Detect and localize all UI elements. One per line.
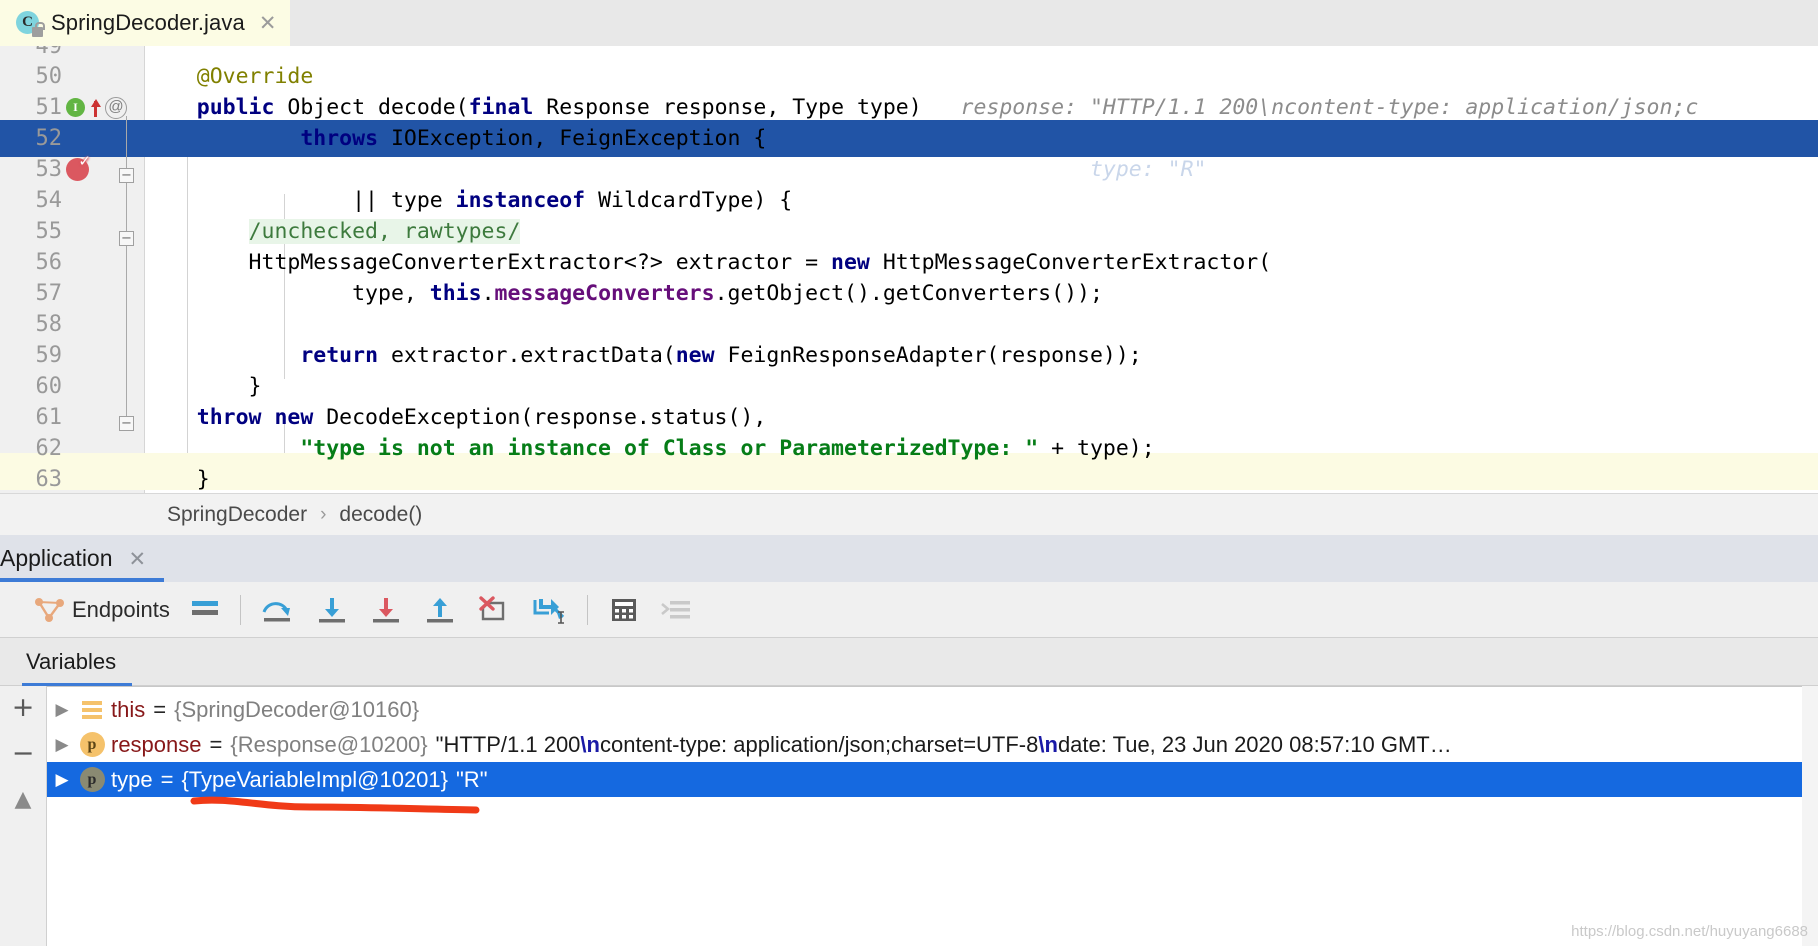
equals-sign: = bbox=[209, 731, 223, 757]
code-editor[interactable]: − − − − 49 50 @Override 51 I @ public Ob… bbox=[0, 46, 1818, 493]
variables-tab-label: Variables bbox=[26, 649, 117, 674]
evaluate-expression-icon bbox=[611, 598, 636, 621]
endpoints-button[interactable]: Endpoints bbox=[24, 582, 180, 638]
endpoints-icon bbox=[35, 597, 64, 622]
variable-name: type bbox=[111, 766, 153, 792]
add-watch-button[interactable]: + bbox=[6, 694, 40, 724]
debug-tool-window: Application ✕ Endpoints Variables + − ▲ … bbox=[0, 535, 1818, 946]
code-line-63[interactable]: 63 } bbox=[0, 461, 1818, 493]
step-over-icon bbox=[262, 601, 290, 621]
force-step-into-button[interactable] bbox=[359, 582, 413, 638]
equals-sign: = bbox=[160, 766, 174, 792]
implements-icon[interactable]: I bbox=[66, 98, 85, 117]
line-number: 63 bbox=[35, 467, 63, 492]
remove-watch-button[interactable]: − bbox=[6, 740, 40, 770]
variable-name: response bbox=[111, 731, 202, 757]
variable-row-type[interactable]: ▶ p type = {TypeVariableImpl@10201} "R" bbox=[47, 762, 1818, 797]
variables-side-toolbar[interactable]: + − ▲ bbox=[0, 686, 47, 946]
debug-toolbar[interactable]: Endpoints bbox=[0, 582, 1818, 638]
scrollbar-vertical[interactable] bbox=[1802, 686, 1818, 946]
expand-arrow-icon[interactable]: ▶ bbox=[47, 700, 77, 720]
evaluate-expression-button[interactable] bbox=[598, 582, 650, 638]
equals-sign: = bbox=[153, 696, 167, 722]
variable-name: this bbox=[111, 696, 146, 722]
variable-value: "R" bbox=[456, 766, 488, 792]
step-into-button[interactable] bbox=[305, 582, 359, 638]
breadcrumb-item-method[interactable]: decode() bbox=[339, 503, 422, 527]
code-text: } bbox=[145, 467, 210, 492]
breadcrumb-item-class[interactable]: SpringDecoder bbox=[167, 503, 307, 527]
escape-sequence: \n bbox=[1038, 731, 1058, 757]
override-arrow-icon[interactable] bbox=[89, 98, 101, 118]
watermark: https://blog.csdn.net/huyuyang6688 bbox=[1571, 923, 1808, 940]
endpoints-label: Endpoints bbox=[72, 596, 170, 622]
drop-frame-button[interactable] bbox=[467, 582, 521, 638]
editor-tab-springdecoder[interactable]: C SpringDecoder.java ✕ bbox=[0, 0, 291, 46]
chevron-right-icon: › bbox=[320, 503, 327, 525]
divider bbox=[0, 686, 1818, 687]
annotation-icon[interactable]: @ bbox=[105, 96, 127, 119]
editor-tab-label: SpringDecoder.java bbox=[51, 10, 245, 35]
variables-pane-header: Variables bbox=[0, 638, 1818, 687]
move-up-button[interactable]: ▲ bbox=[6, 786, 40, 816]
run-to-cursor-icon bbox=[533, 598, 564, 624]
expand-arrow-icon[interactable]: ▶ bbox=[47, 735, 77, 755]
java-class-icon: C bbox=[16, 10, 45, 37]
step-over-button[interactable] bbox=[251, 582, 305, 638]
lock-icon bbox=[32, 22, 45, 37]
debug-tab-label: Application bbox=[0, 545, 113, 571]
tab-variables[interactable]: Variables bbox=[22, 638, 133, 687]
close-icon[interactable]: ✕ bbox=[259, 12, 277, 34]
debug-tab-application[interactable]: Application ✕ bbox=[0, 535, 165, 582]
variable-row-response[interactable]: ▶ p response = {Response@10200} "HTTP/1.… bbox=[47, 727, 1818, 762]
variables-pane[interactable]: + − ▲ ▶ this = {SpringDecoder@10160} ▶ p bbox=[0, 686, 1818, 946]
variable-row-this[interactable]: ▶ this = {SpringDecoder@10160} bbox=[47, 692, 1818, 727]
parameter-icon: p bbox=[77, 732, 107, 757]
drop-frame-icon bbox=[479, 595, 505, 620]
expand-arrow-icon[interactable]: ▶ bbox=[47, 770, 77, 790]
parameter-icon: p bbox=[77, 767, 107, 792]
debug-tab-bar: Application ✕ bbox=[0, 535, 1818, 582]
escape-sequence: \n bbox=[580, 731, 600, 757]
step-into-icon bbox=[318, 597, 345, 622]
settings-icon bbox=[661, 600, 690, 618]
object-value-icon bbox=[77, 700, 107, 719]
value-text: date: Tue, 23 Jun 2020 08:57:10 GMT… bbox=[1057, 731, 1452, 757]
settings-button[interactable] bbox=[650, 582, 702, 638]
parameter-badge: p bbox=[79, 767, 105, 792]
step-out-button[interactable] bbox=[413, 582, 467, 638]
parameter-badge: p bbox=[79, 732, 105, 757]
breakpoint-verified-icon[interactable] bbox=[66, 152, 91, 181]
variable-value: "HTTP/1.1 200\ncontent-type: application… bbox=[436, 732, 1452, 758]
editor-tab-bar: C SpringDecoder.java ✕ bbox=[0, 0, 1818, 46]
toolbar-separator bbox=[586, 594, 588, 625]
force-step-into-icon bbox=[372, 597, 399, 622]
step-out-icon bbox=[426, 597, 453, 622]
variable-reference: {SpringDecoder@10160} bbox=[174, 696, 420, 722]
toolbar-separator bbox=[239, 594, 241, 625]
red-underline-annotation bbox=[190, 796, 480, 814]
value-text: content-type: application/json;charset=U… bbox=[599, 731, 1039, 757]
frames-icon bbox=[191, 600, 218, 615]
breadcrumb: SpringDecoder › decode() bbox=[0, 493, 1818, 535]
variable-reference: {Response@10200} bbox=[230, 731, 428, 757]
close-icon[interactable]: ✕ bbox=[129, 547, 147, 571]
value-text: "HTTP/1.1 200 bbox=[435, 731, 581, 757]
variable-reference: {TypeVariableImpl@10201} bbox=[181, 766, 448, 792]
frames-button[interactable] bbox=[180, 582, 230, 638]
run-to-cursor-button[interactable] bbox=[521, 582, 577, 638]
